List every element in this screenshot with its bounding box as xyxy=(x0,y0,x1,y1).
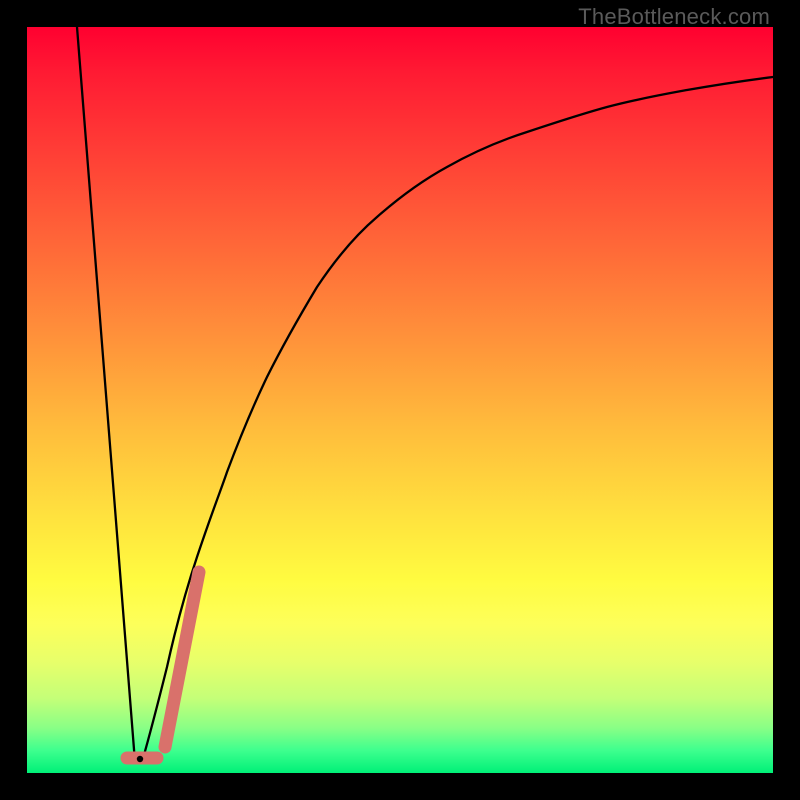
valley-dot xyxy=(137,756,143,762)
chart-frame: TheBottleneck.com xyxy=(0,0,800,800)
watermark-label: TheBottleneck.com xyxy=(578,4,770,30)
chart-svg xyxy=(27,27,773,773)
accent-vertical xyxy=(165,572,199,747)
curve-right xyxy=(142,77,773,762)
curve-left-line xyxy=(77,27,135,762)
plot-area xyxy=(27,27,773,773)
